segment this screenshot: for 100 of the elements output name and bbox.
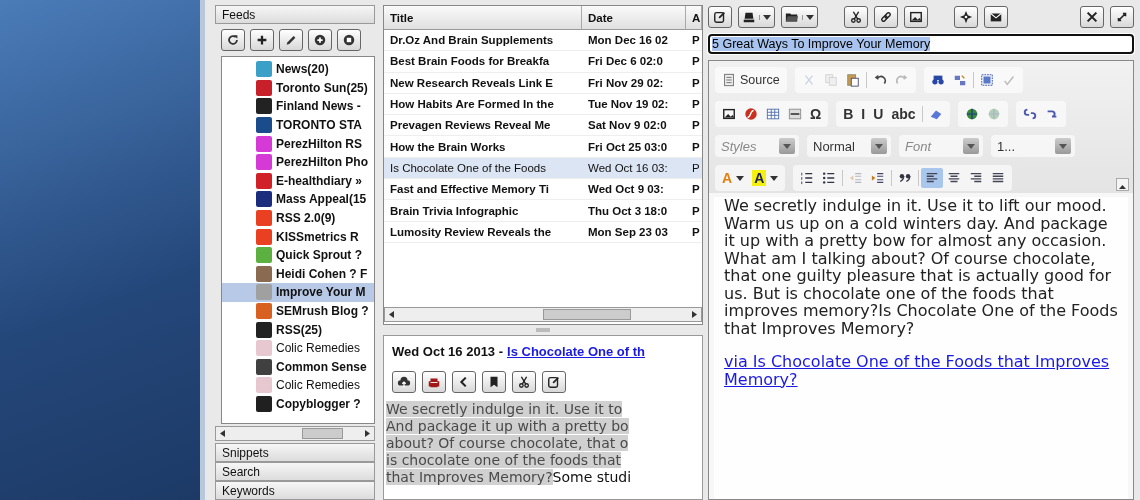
scissors-button[interactable] xyxy=(512,371,536,393)
feeds-section-tab[interactable]: Feeds xyxy=(215,5,375,24)
scroll-up-button[interactable] xyxy=(1116,178,1129,191)
table-cell-text: New Research Reveals Link E xyxy=(389,76,554,89)
globe-icon xyxy=(964,107,979,121)
column-header[interactable]: Date xyxy=(582,6,686,29)
drive-button[interactable] xyxy=(738,6,775,28)
feed-item[interactable]: Mass Appeal(15 xyxy=(222,190,374,209)
article-row[interactable]: How the Brain Works Fri Oct 25 03:0 P xyxy=(384,136,702,158)
circle-plus-button[interactable] xyxy=(308,29,332,51)
feed-item[interactable]: Improve Your M xyxy=(222,283,374,302)
title-field[interactable]: 5 Great Ways To Improve Your Memory xyxy=(708,34,1134,54)
plus-button[interactable] xyxy=(250,29,274,51)
feed-item[interactable]: Colic Remedies xyxy=(222,376,374,395)
table-cell-text: P xyxy=(691,76,701,89)
image-button[interactable] xyxy=(904,6,928,28)
feed-item[interactable]: RSS 2.0(9) xyxy=(222,208,374,228)
splitter-grip[interactable] xyxy=(536,328,550,332)
feed-item[interactable]: Colic Remedies xyxy=(222,338,374,358)
caret-icon xyxy=(736,175,745,181)
column-header[interactable]: Title xyxy=(384,6,582,29)
dropdown-field[interactable]: Normal xyxy=(807,135,891,157)
expand-button[interactable] xyxy=(1110,6,1134,28)
section-tab[interactable]: Snippets xyxy=(215,443,375,462)
horizontal-scrollbar[interactable] xyxy=(384,307,702,322)
feed-item[interactable]: SEMrush Blog ? xyxy=(222,301,374,321)
refresh-button[interactable] xyxy=(221,29,245,51)
pencil-button[interactable] xyxy=(279,29,303,51)
article-row[interactable]: Lumosity Review Reveals the Mon Sep 23 03 P xyxy=(384,221,702,243)
feed-item[interactable]: Common Sense xyxy=(222,357,374,377)
edit-icon xyxy=(547,375,561,389)
table-cell-text: Best Brain Foods for Breakfa xyxy=(389,55,551,68)
article-row[interactable]: New Research Reveals Link E Fri Nov 29 02: P xyxy=(384,72,702,94)
format-button[interactable]: I xyxy=(857,104,870,124)
horizontal-scrollbar[interactable] xyxy=(215,426,375,441)
dropdown-field[interactable]: 1... xyxy=(991,135,1075,157)
feed-item[interactable]: Heidi Cohen ? F xyxy=(222,264,374,284)
caret-icon xyxy=(875,143,883,149)
bookmark-button[interactable] xyxy=(482,371,506,393)
article-row[interactable]: Brain Trivia Infographic Thu Oct 3 18:0 P xyxy=(384,200,702,222)
link-button[interactable] xyxy=(874,6,898,28)
table-cell-text: Thu Oct 3 18:0 xyxy=(587,204,669,217)
feed-item[interactable]: Toronto Sun(25) xyxy=(222,78,374,98)
format-button[interactable]: B xyxy=(839,104,858,124)
column-header[interactable]: A xyxy=(686,6,702,29)
background-color-button[interactable]: A xyxy=(748,168,783,188)
article-row[interactable]: Best Brain Foods for Breakfa Fri Dec 6 02:0 P xyxy=(384,51,702,73)
format-button[interactable]: Ω xyxy=(806,104,826,124)
feed-item[interactable]: Copyblogger ? xyxy=(222,394,374,414)
section-tab[interactable]: Keywords xyxy=(215,481,375,500)
feed-item[interactable]: News(20) xyxy=(222,60,374,79)
article-row[interactable]: Dr.Oz And Brain Supplements Mon Dec 16 02 P xyxy=(384,30,702,52)
feed-name: Colic Remedies xyxy=(276,378,361,393)
source-link[interactable]: via Is Chocolate One of the Foods that Improves Memory? xyxy=(724,353,1118,388)
feed-item[interactable]: E-healthdiary » xyxy=(222,171,374,191)
image-icon xyxy=(909,10,923,24)
feed-item[interactable]: RSS(25) xyxy=(222,320,374,339)
format-button[interactable]: abc xyxy=(887,104,920,124)
replace-icon xyxy=(952,73,967,87)
feed-item[interactable]: KISSmetrics R xyxy=(222,227,374,246)
feed-item[interactable]: PerezHilton Pho xyxy=(222,152,374,172)
table-cell-text: Sat Nov 9 02:0 xyxy=(587,119,668,132)
circle-square-button[interactable] xyxy=(337,29,361,51)
article-row[interactable]: Fast and Effective Memory Ti Wed Oct 9 03: P xyxy=(384,179,702,201)
cloud-upload-button[interactable] xyxy=(392,371,416,393)
caret-icon xyxy=(967,143,975,149)
format-button[interactable]: U xyxy=(869,104,888,124)
spellcheck-icon xyxy=(1001,73,1016,87)
feed-name: News(20) xyxy=(276,62,329,77)
table-cell-text: P xyxy=(691,204,701,217)
article-row[interactable]: Is Chocolate One of the Foods Wed Oct 16 03: P xyxy=(384,157,702,180)
feed-item[interactable]: PerezHilton RS xyxy=(222,134,374,153)
sofa-button[interactable] xyxy=(422,371,446,393)
tools-button[interactable] xyxy=(1080,6,1104,28)
pencil-icon xyxy=(284,33,298,47)
article-row[interactable]: Prevagen Reviews Reveal Me Sat Nov 9 02:0 P xyxy=(384,115,702,137)
crosshair-icon xyxy=(959,10,973,24)
edit-button[interactable] xyxy=(542,371,566,393)
scissors-button[interactable] xyxy=(844,6,868,28)
edit-button[interactable] xyxy=(708,6,732,28)
copy-icon xyxy=(823,73,838,87)
article-link[interactable]: Is Chocolate One of th xyxy=(507,344,645,359)
quote-icon xyxy=(898,171,913,185)
feed-item[interactable]: Quick Sprout ? xyxy=(222,245,374,265)
feed-name: Heidi Cohen ? F xyxy=(276,266,368,281)
feed-name: RSS(25) xyxy=(276,322,322,337)
mail-button[interactable] xyxy=(984,6,1008,28)
table-cell-text: How the Brain Works xyxy=(389,140,507,153)
feed-item[interactable]: Finland News - xyxy=(222,97,374,116)
chevron-left-button[interactable] xyxy=(452,371,476,393)
article-row[interactable]: How Habits Are Formed In the Tue Nov 19 02: P xyxy=(384,93,702,116)
feed-name: Copyblogger ? xyxy=(276,397,361,411)
folder-button[interactable] xyxy=(781,6,818,28)
outdent-icon xyxy=(849,171,864,185)
plus-icon xyxy=(255,33,269,47)
feed-item[interactable]: TORONTO STA xyxy=(222,115,374,135)
expand-icon xyxy=(1115,10,1129,24)
section-tab[interactable]: Search xyxy=(215,462,375,481)
align-left-button[interactable] xyxy=(921,168,944,188)
crosshair-button[interactable] xyxy=(954,6,978,28)
